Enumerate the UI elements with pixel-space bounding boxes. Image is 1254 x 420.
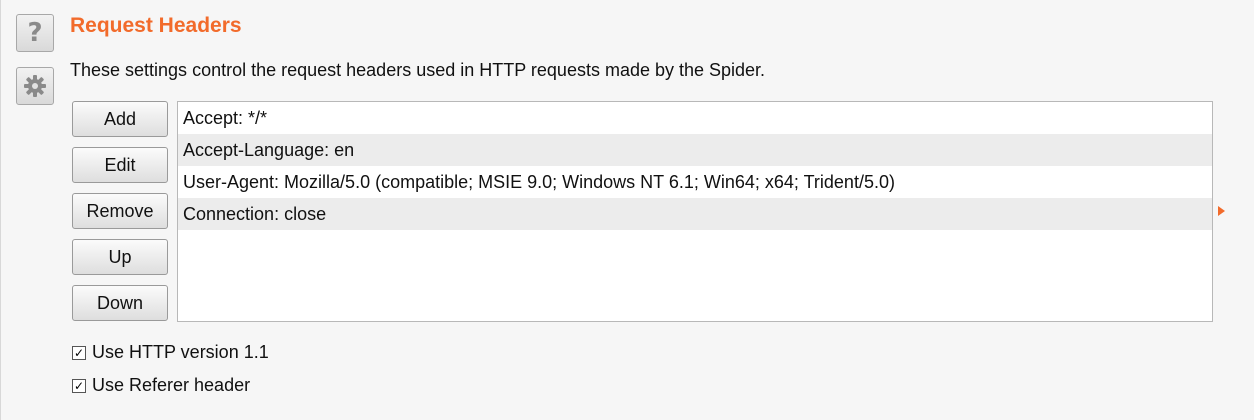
use-referer-header-option[interactable]: ✓ Use Referer header	[72, 375, 250, 396]
question-mark-icon: ?	[27, 18, 43, 48]
edit-button[interactable]: Edit	[72, 147, 168, 183]
remove-button[interactable]: Remove	[72, 193, 168, 229]
use-http-1-1-checkbox[interactable]: ✓	[72, 345, 86, 360]
section-description: These settings control the request heade…	[70, 60, 766, 80]
use-http-1-1-label: Use HTTP version 1.1	[92, 342, 269, 362]
list-item[interactable]: User-Agent: Mozilla/5.0 (compatible; MSI…	[178, 166, 1212, 198]
up-button[interactable]: Up	[72, 239, 168, 275]
list-item[interactable]: Accept-Language: en	[178, 134, 1212, 166]
section-title: Request Headers	[70, 14, 242, 37]
settings-button[interactable]	[16, 67, 54, 105]
use-referer-header-label: Use Referer header	[92, 375, 251, 395]
use-http-1-1-option[interactable]: ✓ Use HTTP version 1.1	[72, 342, 269, 363]
gear-icon	[24, 75, 46, 97]
add-button[interactable]: Add	[72, 101, 168, 137]
use-referer-header-checkbox[interactable]: ✓	[72, 378, 86, 393]
down-button[interactable]: Down	[72, 285, 168, 321]
list-item[interactable]: Accept: */*	[178, 102, 1212, 134]
spider-request-headers-panel: ? Request Headers These settings control…	[0, 0, 1254, 420]
help-button[interactable]: ?	[16, 14, 54, 52]
header-actions: Add Edit Remove Up Down	[72, 101, 168, 331]
expand-arrow-icon[interactable]	[1218, 206, 1225, 216]
request-headers-list[interactable]: Accept: */* Accept-Language: en User-Age…	[177, 101, 1213, 322]
list-item[interactable]: Connection: close	[178, 198, 1212, 230]
